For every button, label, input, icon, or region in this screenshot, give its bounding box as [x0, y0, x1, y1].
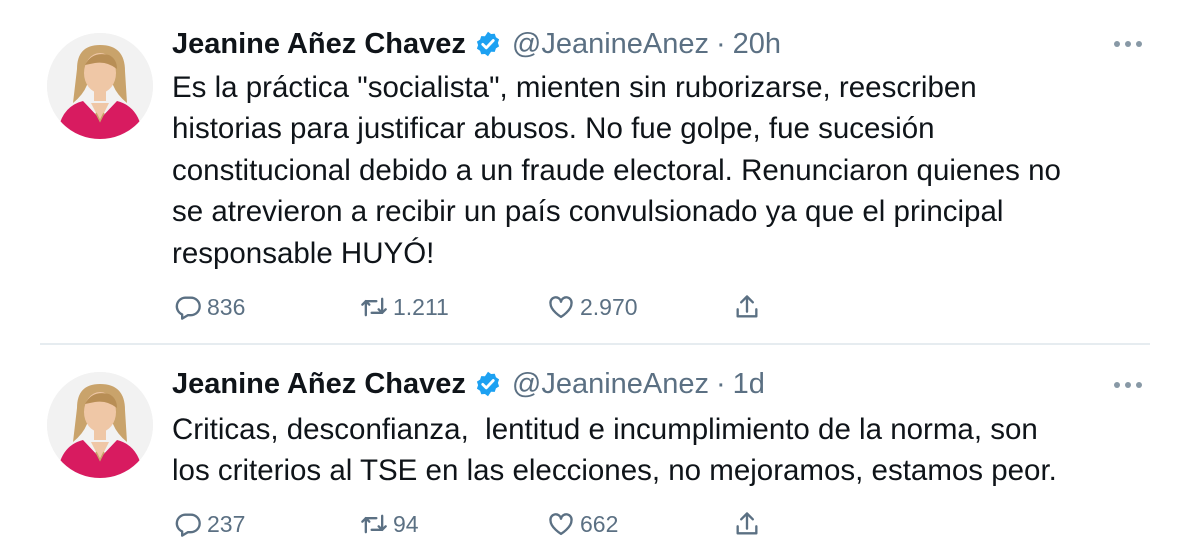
- more-horizontal-icon[interactable]: [1108, 375, 1148, 395]
- author-name[interactable]: Jeanine Añez Chavez: [172, 28, 466, 61]
- tweet-text-line: responsable HUYÓ!: [172, 236, 435, 270]
- separator: ·: [716, 27, 726, 60]
- tweet-header: Jeanine Añez Chavez @JeanineAnez · 1d: [172, 364, 765, 404]
- tweet-text-line: constitucional debido a un fraude electo…: [172, 153, 1061, 187]
- reply-bubble-icon: [175, 296, 201, 320]
- like-count: 662: [580, 510, 619, 537]
- tweet-text: Es la práctica "socialista", mienten sin…: [172, 67, 1162, 274]
- tweet-header: Jeanine Añez Chavez @JeanineAnez · 20h: [172, 24, 781, 64]
- retweet-icon: [361, 514, 387, 534]
- tweet-text-line: historias para justificar abusos. No fue…: [172, 112, 935, 146]
- retweet-count: 1.211: [393, 293, 449, 320]
- share-upload-icon: [736, 295, 758, 318]
- timestamp[interactable]: 1d: [733, 368, 765, 401]
- like-button[interactable]: 662: [547, 509, 618, 539]
- timestamp[interactable]: 20h: [733, 28, 781, 61]
- author-handle[interactable]: @JeanineAnez: [512, 28, 709, 61]
- tweet[interactable]: Jeanine Añez Chavez @JeanineAnez · 1d Cr…: [0, 345, 1200, 549]
- share-button[interactable]: [733, 292, 761, 322]
- avatar[interactable]: [47, 372, 153, 478]
- retweet-button[interactable]: 94: [360, 509, 419, 539]
- share-upload-icon: [736, 512, 758, 535]
- heart-icon: [549, 513, 573, 536]
- reply-button[interactable]: 836: [174, 292, 245, 322]
- reply-bubble-icon: [175, 513, 201, 537]
- tweet[interactable]: Jeanine Añez Chavez @JeanineAnez · 20h E…: [0, 0, 1200, 344]
- retweet-count: 94: [393, 510, 419, 537]
- avatar[interactable]: [47, 33, 153, 139]
- verified-badge-icon: [476, 371, 499, 397]
- verified-badge-icon: [476, 31, 499, 57]
- share-button[interactable]: [733, 509, 761, 539]
- retweet-button[interactable]: 1.211: [360, 292, 449, 322]
- more-horizontal-icon[interactable]: [1108, 34, 1148, 54]
- author-handle[interactable]: @JeanineAnez: [512, 368, 709, 401]
- tweet-text: Criticas, desconfianza, lentitud e incum…: [172, 409, 1162, 492]
- retweet-icon: [361, 297, 387, 317]
- tweet-text-line: Es la práctica "socialista", mienten sin…: [172, 71, 977, 104]
- heart-icon: [549, 296, 573, 319]
- reply-button[interactable]: 237: [174, 509, 245, 539]
- tweet-text-line: Criticas, desconfianza, lentitud e incum…: [172, 413, 1038, 446]
- separator: ·: [716, 367, 726, 400]
- like-button[interactable]: 2.970: [547, 292, 638, 322]
- reply-count: 237: [207, 510, 246, 537]
- like-count: 2.970: [580, 293, 638, 320]
- tweet-text-line: los criterios al TSE en las elecciones, …: [172, 454, 1057, 488]
- tweet-text-line: se atrevieron a recibir un país convulsi…: [172, 195, 1004, 229]
- reply-count: 836: [207, 293, 246, 320]
- author-name[interactable]: Jeanine Añez Chavez: [172, 368, 466, 401]
